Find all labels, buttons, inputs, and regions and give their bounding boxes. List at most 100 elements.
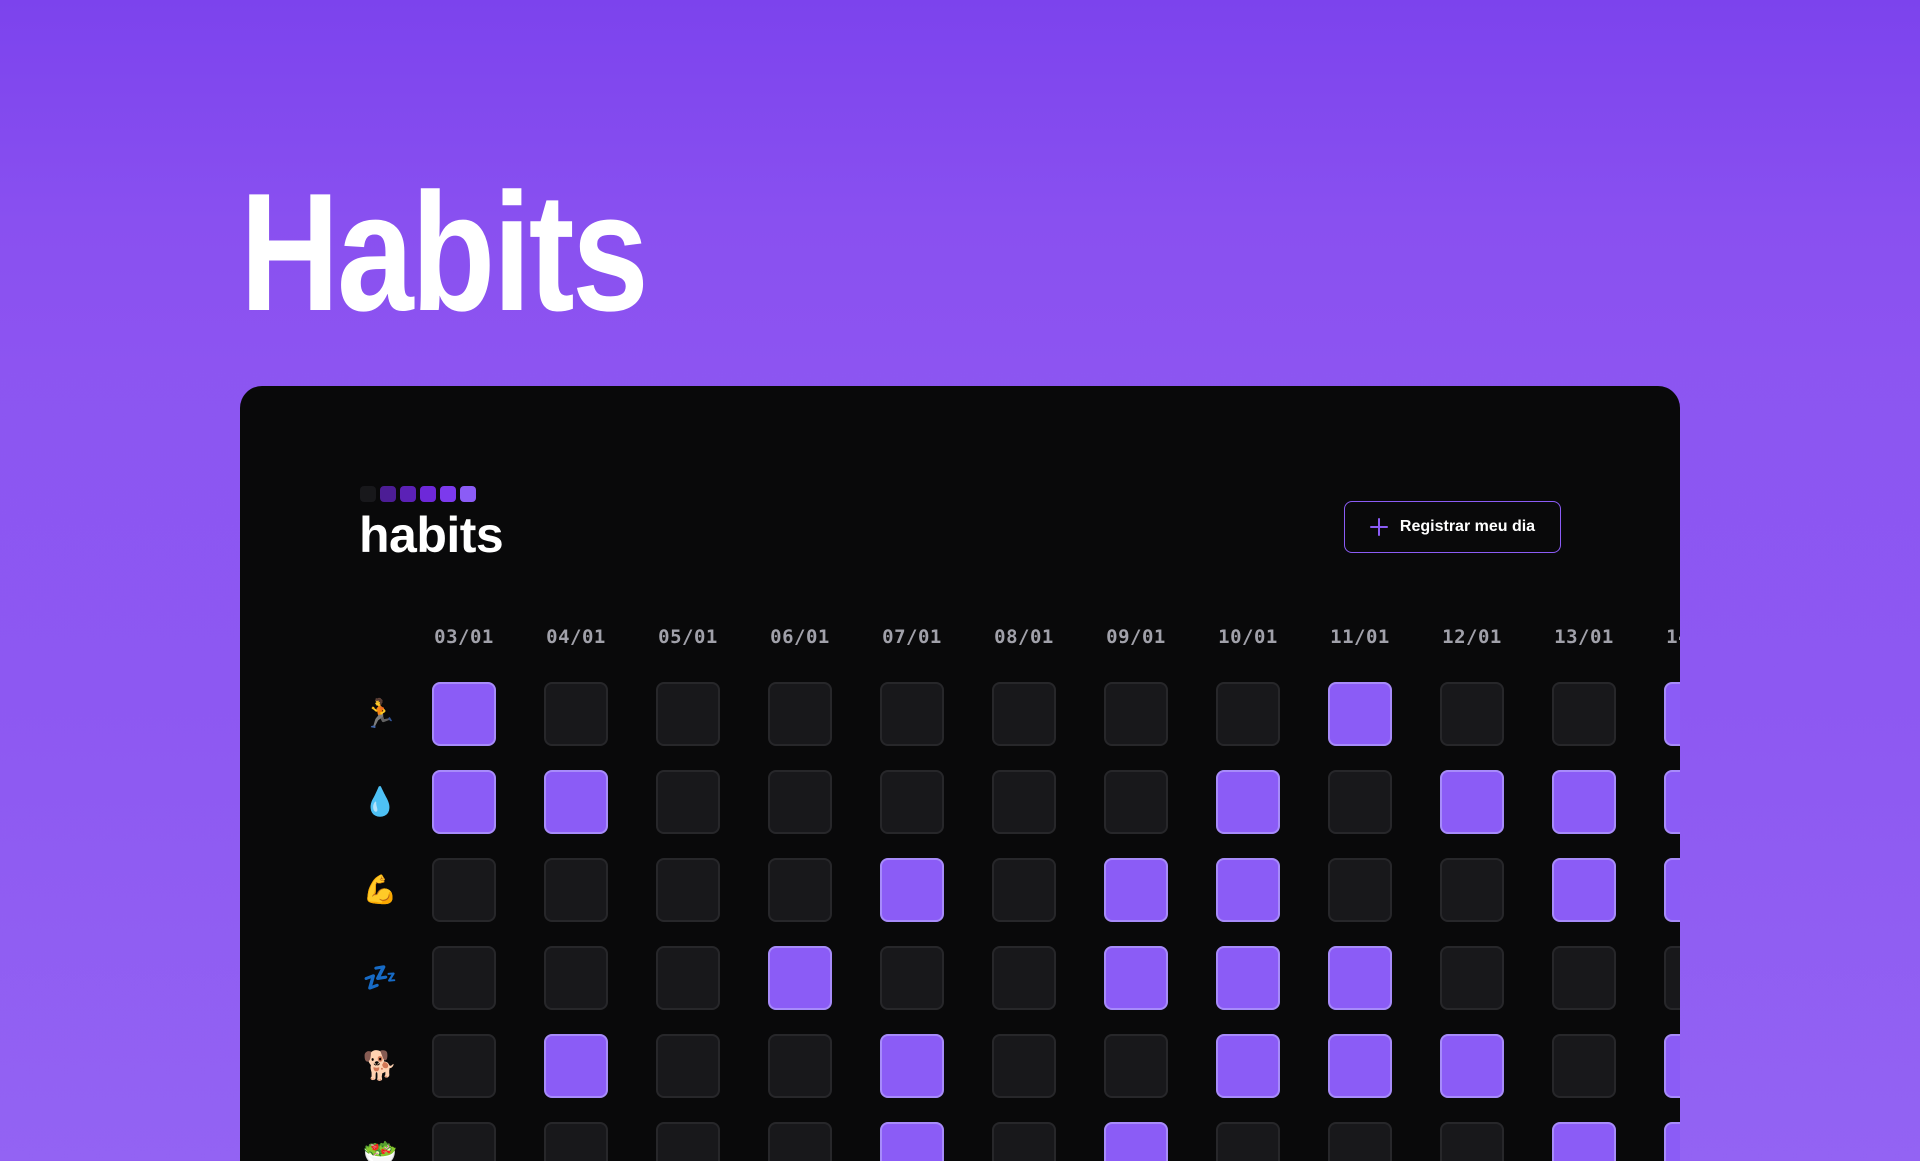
flexed-biceps-icon: 💪 <box>362 873 398 906</box>
habit-day-cell[interactable] <box>1328 858 1392 922</box>
habit-day-cell[interactable] <box>432 1122 496 1161</box>
habit-day-cell[interactable] <box>1552 1034 1616 1098</box>
date-header: 07/01 <box>882 626 942 648</box>
habit-day-cell[interactable] <box>1104 770 1168 834</box>
habit-day-cell[interactable] <box>1328 1122 1392 1161</box>
habit-day-cell[interactable] <box>768 858 832 922</box>
habit-day-cell-completed[interactable] <box>544 1034 608 1098</box>
habit-day-cell[interactable] <box>1328 770 1392 834</box>
habit-day-cell[interactable] <box>992 946 1056 1010</box>
habit-day-cell[interactable] <box>1216 1122 1280 1161</box>
habit-day-cell-completed[interactable] <box>1104 946 1168 1010</box>
habit-day-cell[interactable] <box>656 1122 720 1161</box>
habit-day-cell[interactable] <box>768 770 832 834</box>
register-day-label: Registrar meu dia <box>1399 518 1536 535</box>
date-header: 10/01 <box>1218 626 1278 648</box>
habit-day-cell-completed[interactable] <box>1328 682 1392 746</box>
habit-day-cell[interactable] <box>880 770 944 834</box>
habit-day-cell-completed[interactable] <box>1664 858 1680 922</box>
hero-title: Habits <box>240 158 649 346</box>
habit-day-cell-completed[interactable] <box>1216 946 1280 1010</box>
habit-day-cell[interactable] <box>432 946 496 1010</box>
habit-day-cell[interactable] <box>432 858 496 922</box>
habit-day-cell-completed[interactable] <box>1552 1122 1616 1161</box>
habit-day-cell-completed[interactable] <box>768 946 832 1010</box>
habit-day-cell[interactable] <box>880 946 944 1010</box>
date-header: 11/01 <box>1330 626 1390 648</box>
habit-day-cell[interactable] <box>656 1034 720 1098</box>
habit-day-cell[interactable] <box>544 682 608 746</box>
habit-day-cell[interactable] <box>432 1034 496 1098</box>
habit-day-cell[interactable] <box>1216 682 1280 746</box>
habit-day-cell-completed[interactable] <box>1552 858 1616 922</box>
habit-day-cell[interactable] <box>992 1122 1056 1161</box>
date-header: 13/01 <box>1554 626 1614 648</box>
logo-square <box>460 486 476 502</box>
date-header: 05/01 <box>658 626 718 648</box>
date-header: 03/01 <box>434 626 494 648</box>
habit-day-cell-completed[interactable] <box>1216 1034 1280 1098</box>
habit-day-cell-completed[interactable] <box>1104 858 1168 922</box>
habit-day-cell[interactable] <box>544 858 608 922</box>
habit-day-cell[interactable] <box>1440 858 1504 922</box>
habit-day-cell[interactable] <box>992 1034 1056 1098</box>
habit-day-cell[interactable] <box>1552 946 1616 1010</box>
habit-day-cell-completed[interactable] <box>1664 770 1680 834</box>
logo-square <box>400 486 416 502</box>
app-title: habits <box>359 507 504 563</box>
habit-day-cell[interactable] <box>880 682 944 746</box>
habit-day-cell[interactable] <box>992 858 1056 922</box>
habit-day-cell[interactable] <box>1552 682 1616 746</box>
habit-day-cell-completed[interactable] <box>432 770 496 834</box>
date-header: 04/01 <box>546 626 606 648</box>
habit-day-cell-completed[interactable] <box>1216 858 1280 922</box>
habit-day-cell-completed[interactable] <box>1664 1122 1680 1161</box>
habit-day-cell-completed[interactable] <box>1440 1034 1504 1098</box>
habit-day-cell[interactable] <box>992 682 1056 746</box>
habit-day-cell[interactable] <box>768 682 832 746</box>
habit-day-cell-completed[interactable] <box>880 858 944 922</box>
habit-day-cell-completed[interactable] <box>1328 1034 1392 1098</box>
habit-day-cell-completed[interactable] <box>1664 682 1680 746</box>
habit-day-cell[interactable] <box>768 1034 832 1098</box>
logo-square <box>420 486 436 502</box>
habit-day-cell[interactable] <box>1104 682 1168 746</box>
date-header: 12/01 <box>1442 626 1502 648</box>
date-header: 06/01 <box>770 626 830 648</box>
habit-day-cell-completed[interactable] <box>1216 770 1280 834</box>
habit-day-cell-completed[interactable] <box>544 770 608 834</box>
register-day-button[interactable]: Registrar meu dia <box>1344 501 1561 553</box>
habit-day-cell[interactable] <box>992 770 1056 834</box>
app-logo <box>360 486 476 502</box>
habit-day-cell[interactable] <box>656 682 720 746</box>
app-panel: habits Registrar meu dia 03/01 04/01 05/01… <box>240 386 1680 1161</box>
salad-icon: 🥗 <box>362 1137 398 1161</box>
habit-day-cell[interactable] <box>656 858 720 922</box>
habit-day-cell-completed[interactable] <box>1104 1122 1168 1161</box>
logo-square <box>360 486 376 502</box>
habit-day-cell-completed[interactable] <box>880 1034 944 1098</box>
logo-square <box>440 486 456 502</box>
habit-day-cell-completed[interactable] <box>432 682 496 746</box>
water-drop-icon: 💧 <box>362 785 398 818</box>
sleep-zzz-icon: 💤 <box>362 961 398 994</box>
habit-day-cell-completed[interactable] <box>1440 770 1504 834</box>
logo-square <box>380 486 396 502</box>
habit-day-cell[interactable] <box>768 1122 832 1161</box>
habit-day-cell[interactable] <box>544 946 608 1010</box>
habit-day-cell[interactable] <box>656 946 720 1010</box>
running-icon: 🏃 <box>362 697 398 730</box>
habit-day-cell[interactable] <box>1104 1034 1168 1098</box>
habit-day-cell-completed[interactable] <box>1328 946 1392 1010</box>
date-header: 14/01 <box>1666 626 1680 648</box>
habit-day-cell[interactable] <box>1440 946 1504 1010</box>
habit-day-cell[interactable] <box>1664 946 1680 1010</box>
habit-day-cell[interactable] <box>544 1122 608 1161</box>
date-header: 09/01 <box>1106 626 1166 648</box>
habit-day-cell-completed[interactable] <box>1664 1034 1680 1098</box>
habit-day-cell-completed[interactable] <box>880 1122 944 1161</box>
habit-day-cell-completed[interactable] <box>1552 770 1616 834</box>
habit-day-cell[interactable] <box>1440 1122 1504 1161</box>
habit-day-cell[interactable] <box>656 770 720 834</box>
habit-day-cell[interactable] <box>1440 682 1504 746</box>
